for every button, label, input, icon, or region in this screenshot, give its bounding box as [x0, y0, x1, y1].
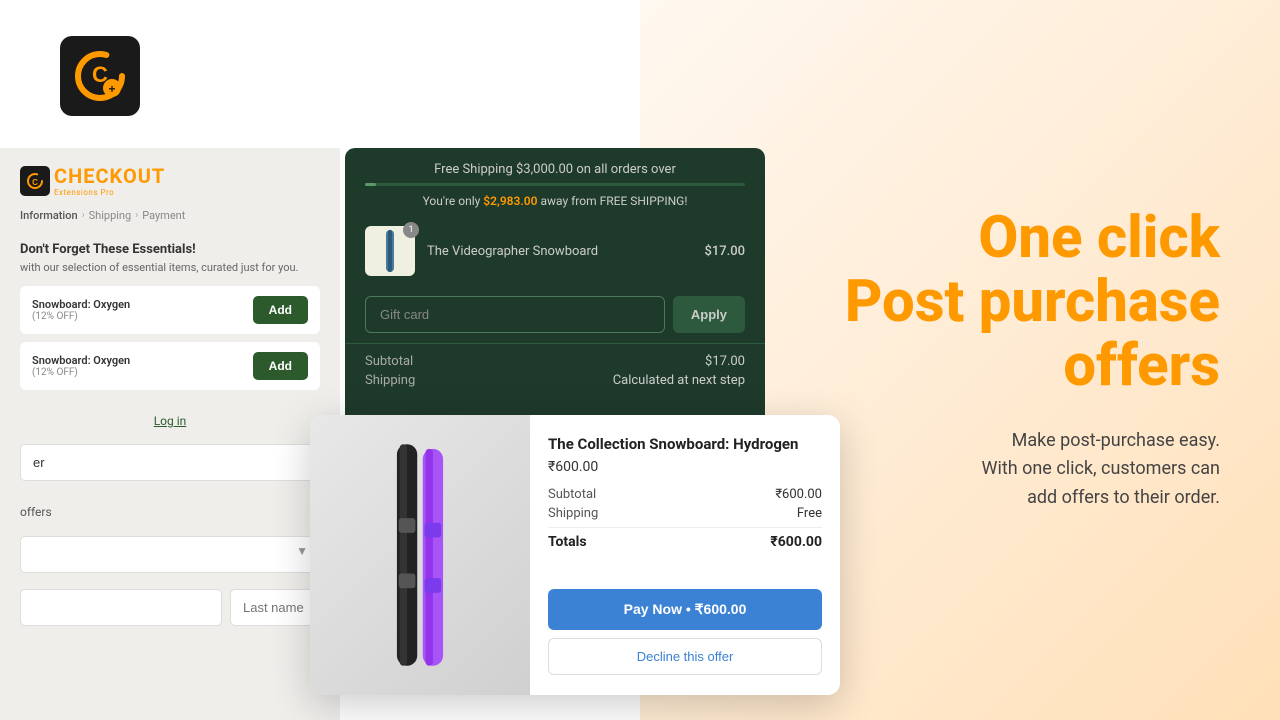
shipping-banner-text: Free Shipping $3,000.00 on all orders ov…: [365, 162, 745, 177]
logo-box: C +: [60, 36, 140, 116]
decline-offer-button[interactable]: Decline this offer: [548, 638, 822, 675]
modal-shipping-label: Shipping: [548, 506, 598, 521]
product-info-2: Snowboard: Oxygen (12% OFF): [32, 354, 253, 378]
modal-grand-row: Totals ₹600.00: [548, 534, 822, 550]
offers-section: offers: [0, 497, 340, 524]
hero-line1: One click: [800, 207, 1220, 271]
cart-shipping-label: Shipping: [365, 373, 415, 388]
cart-subtotal-row: Subtotal $17.00: [365, 354, 745, 369]
checkout-title: CHECKOUT: [54, 164, 165, 188]
breadcrumb-sep2: ›: [135, 210, 138, 221]
cart-subtotal-value: $17.00: [705, 354, 745, 369]
apply-button[interactable]: Apply: [673, 296, 745, 333]
breadcrumb-information[interactable]: Information: [20, 209, 78, 222]
cart-item-name: The Videographer Snowboard: [427, 244, 692, 259]
gift-card-input[interactable]: [365, 296, 665, 333]
modal-grand-value: ₹600.00: [770, 534, 822, 550]
modal-actions: Pay Now • ₹600.00 Decline this offer: [548, 589, 822, 675]
product-row-2: Snowboard: Oxygen (12% OFF) Add: [20, 342, 320, 390]
modal-shipping-row: Shipping Free: [548, 506, 822, 521]
login-link[interactable]: Log in: [0, 406, 340, 436]
modal-totals: Subtotal ₹600.00 Shipping Free Totals ₹6…: [548, 487, 822, 550]
breadcrumb: Information › Shipping › Payment: [0, 205, 340, 234]
country-select[interactable]: [20, 536, 320, 573]
breadcrumb-sep1: ›: [82, 210, 85, 221]
product-discount-2: (12% OFF): [32, 367, 253, 378]
logo-container: C +: [60, 36, 140, 116]
hero-subtitle: Make post-purchase easy. With one click,…: [800, 427, 1220, 513]
shipping-away-amount: $2,983.00: [483, 194, 537, 208]
cart-panel: Free Shipping $3,000.00 on all orders ov…: [345, 148, 765, 428]
product-row-1: Snowboard: Oxygen (12% OFF) Add: [20, 286, 320, 334]
hero-title: One click Post purchase offers: [800, 207, 1220, 398]
email-field[interactable]: [20, 444, 320, 481]
product-name-1: Snowboard: Oxygen: [32, 298, 253, 311]
checkout-subtitle: Extensions Pro: [54, 188, 165, 197]
product-name-2: Snowboard: Oxygen: [32, 354, 253, 367]
hero-line2: Post purchase: [800, 271, 1220, 335]
first-name-field[interactable]: [20, 589, 222, 626]
product-discount-1: (12% OFF): [32, 311, 253, 322]
breadcrumb-payment[interactable]: Payment: [142, 209, 185, 222]
hero-subtitle-line1: Make post-purchase easy.: [800, 427, 1220, 456]
checkout-header: C CHECKOUT Extensions Pro: [0, 148, 340, 205]
logo-icon: C +: [70, 46, 130, 106]
shipping-away-text: You're only $2,983.00 away from FREE SHI…: [365, 194, 745, 208]
shipping-away-label: You're only: [423, 194, 481, 208]
pay-now-button[interactable]: Pay Now • ₹600.00: [548, 589, 822, 630]
hero-subtitle-line3: add offers to their order.: [800, 484, 1220, 513]
svg-text:C: C: [32, 178, 38, 187]
modal-subtotal-row: Subtotal ₹600.00: [548, 487, 822, 502]
cart-subtotal-label: Subtotal: [365, 354, 413, 369]
essentials-section: Don't Forget These Essentials! with our …: [0, 234, 340, 406]
modal-product-name: The Collection Snowboard: Hydrogen: [548, 435, 822, 455]
cart-shipping-value: Calculated at next step: [613, 373, 745, 388]
add-button-1[interactable]: Add: [253, 296, 308, 324]
checkout-panel: C CHECKOUT Extensions Pro Information › …: [0, 148, 340, 720]
shipping-progress-bar: [365, 183, 745, 186]
modal-product-price: ₹600.00: [548, 459, 822, 475]
modal-snowboard-icon: [340, 435, 500, 675]
gift-card-row: Apply: [345, 286, 765, 343]
cart-item: 1 The Videographer Snowboard $17.00: [345, 216, 765, 286]
cart-item-price: $17.00: [704, 244, 745, 259]
cart-snowboard-icon: [372, 228, 408, 274]
modal-shipping-value: Free: [797, 506, 822, 521]
add-button-2[interactable]: Add: [253, 352, 308, 380]
cart-item-quantity: 1: [403, 222, 419, 238]
shipping-progress-fill: [365, 183, 376, 186]
cart-item-image: 1: [365, 226, 415, 276]
modal-product-image: [310, 415, 530, 695]
svg-text:+: +: [108, 82, 115, 96]
breadcrumb-shipping[interactable]: Shipping: [89, 209, 132, 222]
post-purchase-modal: The Collection Snowboard: Hydrogen ₹600.…: [310, 415, 840, 695]
hero-subtitle-line2: With one click, customers can: [800, 455, 1220, 484]
essentials-subtitle: with our selection of essential items, c…: [20, 261, 320, 274]
modal-subtotal-label: Subtotal: [548, 487, 596, 502]
offers-label: offers: [20, 505, 52, 519]
cart-shipping-row: Shipping Calculated at next step: [365, 373, 745, 388]
cart-totals: Subtotal $17.00 Shipping Calculated at n…: [345, 343, 765, 402]
modal-grand-label: Totals: [548, 534, 587, 550]
hero-line3: offers: [800, 335, 1220, 399]
product-info-1: Snowboard: Oxygen (12% OFF): [32, 298, 253, 322]
checkout-logo-icon: C: [20, 166, 50, 196]
shipping-away-label2: away from FREE SHIPPING!: [541, 194, 688, 208]
modal-content: The Collection Snowboard: Hydrogen ₹600.…: [530, 415, 840, 695]
checkout-logo: C CHECKOUT Extensions Pro: [20, 164, 165, 197]
form-section: [0, 436, 340, 497]
modal-subtotal-value: ₹600.00: [775, 487, 822, 502]
shipping-banner: Free Shipping $3,000.00 on all orders ov…: [345, 148, 765, 216]
essentials-title: Don't Forget These Essentials!: [20, 242, 320, 257]
